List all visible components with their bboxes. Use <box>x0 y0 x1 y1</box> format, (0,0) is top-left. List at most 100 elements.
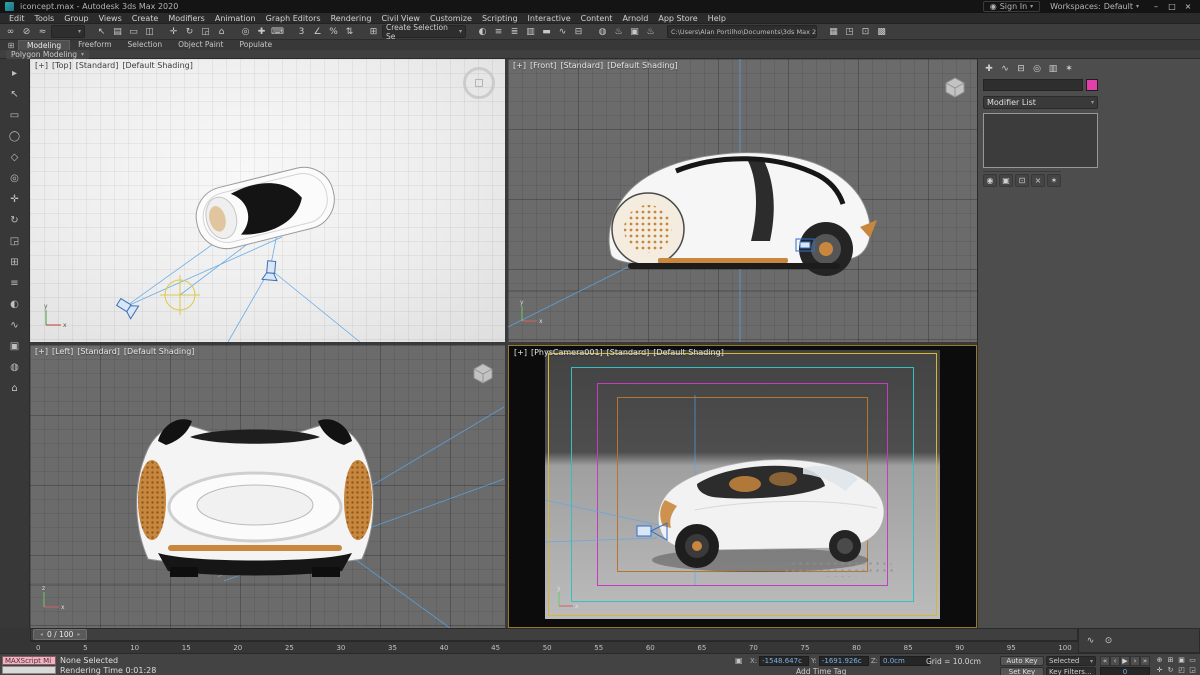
minimize-button[interactable]: – <box>1149 2 1163 11</box>
menu-item[interactable]: Tools <box>30 14 60 23</box>
object-name-field[interactable] <box>983 79 1083 91</box>
unlink-selection-button[interactable]: ⊘ <box>19 25 34 39</box>
ribbon-tab-freeform[interactable]: Freeform <box>70 40 119 50</box>
viewcube[interactable] <box>463 67 495 99</box>
viewport-pov-menu[interactable]: [PhysCamera001] <box>531 348 603 357</box>
left-tool-pivot[interactable]: ◎ <box>4 168 26 188</box>
use-pivot-point-button[interactable]: ◎ <box>238 25 253 39</box>
left-tool-material[interactable]: ◍ <box>4 357 26 377</box>
coord-y-field[interactable]: -1691.926c <box>819 656 869 666</box>
left-tool-home[interactable]: ⌂ <box>4 378 26 398</box>
viewport-plus-menu[interactable]: [+] <box>514 348 527 357</box>
left-tool-rectangle[interactable]: ▭ <box>4 105 26 125</box>
select-and-rotate-button[interactable]: ↻ <box>182 25 197 39</box>
viewport-camera[interactable]: [+] [PhysCamera001] [Standard] [Default … <box>508 345 977 628</box>
left-tool-circle[interactable]: ◯ <box>4 126 26 146</box>
polygon-modeling-dropdown[interactable]: Polygon Modeling ▾ <box>6 50 89 59</box>
ribbon-tab-modeling[interactable]: Modeling <box>18 40 70 50</box>
maximize-viewport-button[interactable]: ◲ <box>1187 665 1198 675</box>
track-bar[interactable]: 0510152025303540455055606570758085909510… <box>30 641 1078 653</box>
mirror-button[interactable]: ◐ <box>475 25 490 39</box>
zoom-extents-button[interactable]: ▣ <box>1176 655 1187 665</box>
select-by-name-button[interactable]: ▤ <box>110 25 125 39</box>
next-frame-arrow-icon[interactable]: ▸ <box>77 631 80 638</box>
menu-item[interactable]: Scripting <box>477 14 523 23</box>
current-frame-field[interactable]: 0 <box>1100 667 1150 675</box>
viewport-pov-menu[interactable]: [Left] <box>52 347 73 356</box>
ribbon-tab-selection[interactable]: Selection <box>120 40 171 50</box>
previous-frame-button[interactable]: ‹ <box>1110 656 1120 666</box>
viewport-pov-menu[interactable]: [Front] <box>530 61 556 70</box>
window-crossing-button[interactable]: ◫ <box>142 25 157 39</box>
toggle-scene-explorer-button[interactable]: ≣ <box>507 25 522 39</box>
ribbon-tab-populate[interactable]: Populate <box>231 40 280 50</box>
menu-item[interactable]: Civil View <box>376 14 425 23</box>
key-set-combo[interactable]: Selected▾ <box>1046 656 1096 666</box>
snaps-toggle-3d[interactable]: 3 <box>294 25 309 39</box>
schematic-view-button[interactable]: ⊟ <box>571 25 586 39</box>
bind-to-space-warp-button[interactable]: ≈ <box>35 25 50 39</box>
toolbar-extra-button-4[interactable]: ▩ <box>874 25 889 39</box>
viewport-pov-menu[interactable]: [Top] <box>52 61 72 70</box>
viewport-shading-menu[interactable]: [Default Shading] <box>653 348 724 357</box>
menu-item[interactable]: Group <box>59 14 93 23</box>
remove-modifier-button[interactable]: × <box>1031 174 1045 187</box>
field-of-view-button[interactable]: ◰ <box>1176 665 1187 675</box>
close-button[interactable]: × <box>1181 2 1195 11</box>
maxscript-mini-listener[interactable]: MAXScript Mi <box>2 656 56 665</box>
align-button[interactable]: ≡ <box>491 25 506 39</box>
show-end-result-button[interactable]: ▣ <box>999 174 1013 187</box>
panel-tab-create[interactable]: ✚ <box>982 62 996 75</box>
modifier-stack[interactable] <box>983 113 1098 168</box>
viewport-renderer-menu[interactable]: [Standard] <box>77 347 120 356</box>
menu-item[interactable]: Content <box>576 14 618 23</box>
left-tool-move[interactable]: ✛ <box>4 189 26 209</box>
toggle-ribbon-button[interactable]: ▬ <box>539 25 554 39</box>
left-tool-select[interactable]: ↖ <box>4 84 26 104</box>
viewport-layout-tab[interactable]: ▸ <box>4 63 26 83</box>
select-and-manipulate-button[interactable]: ✚ <box>254 25 269 39</box>
menu-item[interactable]: Edit <box>4 14 30 23</box>
left-tool-grid[interactable]: ⊞ <box>4 252 26 272</box>
viewport-plus-menu[interactable]: [+] <box>513 61 526 70</box>
viewport-renderer-menu[interactable]: [Standard] <box>560 61 603 70</box>
modifier-list-dropdown[interactable]: Modifier List ▾ <box>983 96 1098 109</box>
viewport-shading-menu[interactable]: [Default Shading] <box>607 61 678 70</box>
time-slider[interactable]: ◂ 0 / 100 ▸ <box>30 628 1078 641</box>
coord-z-field[interactable]: 0.0cm <box>880 656 930 666</box>
viewport-top[interactable]: [+] [Top] [Standard] [Default Shading] <box>30 59 505 342</box>
render-production-button[interactable]: ♨ <box>643 25 658 39</box>
panel-tab-modify[interactable]: ∿ <box>998 62 1012 75</box>
next-frame-button[interactable]: › <box>1130 656 1140 666</box>
select-and-move-button[interactable]: ✛ <box>166 25 181 39</box>
selection-lock-toggle[interactable]: ▣ <box>735 656 747 665</box>
menu-item[interactable]: Arnold <box>617 14 653 23</box>
menu-item[interactable]: Animation <box>210 14 261 23</box>
viewport-front[interactable]: [+] [Front] [Standard] [Default Shading] <box>508 59 977 342</box>
viewport-left[interactable]: [+] [Left] [Standard] [Default Shading] <box>30 345 505 628</box>
key-filters-button[interactable]: Key Filters... <box>1046 667 1096 675</box>
maximize-button[interactable]: □ <box>1165 2 1179 11</box>
left-tool-frame[interactable]: ▣ <box>4 336 26 356</box>
zoom-all-button[interactable]: ⊞ <box>1165 655 1176 665</box>
left-tool-rotate[interactable]: ↻ <box>4 210 26 230</box>
menu-item[interactable]: Customize <box>425 14 477 23</box>
left-tool-curve[interactable]: ∿ <box>4 315 26 335</box>
left-tool-mirror[interactable]: ◐ <box>4 294 26 314</box>
play-button[interactable]: ▶ <box>1120 656 1130 666</box>
spinner-snap-toggle[interactable]: ⇅ <box>342 25 357 39</box>
menu-item[interactable]: Graph Editors <box>261 14 326 23</box>
panel-tab-hierarchy[interactable]: ⊟ <box>1014 62 1028 75</box>
auto-key-button[interactable]: Auto Key <box>1000 656 1044 666</box>
viewport-renderer-menu[interactable]: [Standard] <box>76 61 119 70</box>
pin-stack-button[interactable]: ◉ <box>983 174 997 187</box>
project-folder-field[interactable]: C:\Users\Alan Portilho\Documents\3ds Max… <box>667 25 817 38</box>
menu-item[interactable]: Views <box>94 14 127 23</box>
selection-region-button[interactable]: ▭ <box>126 25 141 39</box>
zoom-button[interactable]: ⊕ <box>1154 655 1165 665</box>
viewport-plus-menu[interactable]: [+] <box>35 61 48 70</box>
keyboard-override-toggle[interactable]: ⌨ <box>270 25 285 39</box>
render-setup-button[interactable]: ♨ <box>611 25 626 39</box>
orbit-button[interactable]: ↻ <box>1165 665 1176 675</box>
maxscript-listener-line[interactable] <box>2 666 56 674</box>
